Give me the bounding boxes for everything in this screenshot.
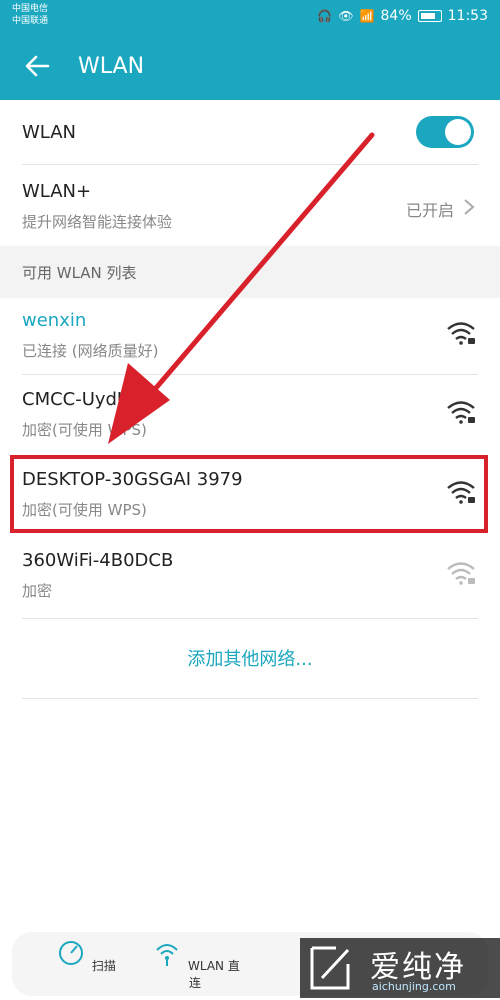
annotation-highlight-box	[10, 455, 488, 533]
page-title: WLAN	[78, 54, 145, 79]
watermark-url: aichunjing.com	[372, 980, 456, 993]
chevron-right-icon	[464, 199, 475, 215]
wlan-switch[interactable]	[416, 116, 474, 148]
wlan-direct-label: WLAN 直连	[188, 959, 240, 990]
scan-label: 扫描	[91, 959, 116, 973]
watermark-logo-icon	[310, 946, 350, 990]
wlan-direct-button[interactable]: WLAN 直连	[150, 938, 240, 991]
wlan-plus-row[interactable]: WLAN+ 提升网络智能连接体验 已开启	[0, 165, 500, 245]
network-status: 加密(可使用 WPS)	[22, 421, 147, 439]
network-status: 加密	[22, 582, 53, 600]
wifi-lock-icon	[447, 562, 475, 585]
battery-icon	[417, 10, 442, 22]
battery-percent: 84%	[380, 8, 412, 24]
wlan-label: WLAN	[22, 122, 77, 143]
network-item[interactable]: CMCC-UydU 加密(可使用 WPS)	[0, 375, 500, 453]
network-item[interactable]: wenxin 已连接 (网络质量好)	[0, 298, 500, 374]
switch-knob	[445, 119, 471, 145]
watermark: 爱纯净 aichunjing.com	[300, 938, 500, 998]
network-name: 360WiFi-4B0DCB	[22, 550, 174, 571]
wlan-plus-label: WLAN+	[22, 181, 92, 202]
wifi-lock-icon	[447, 401, 475, 424]
network-status: 已连接 (网络质量好)	[22, 342, 159, 360]
divider	[22, 618, 478, 619]
wlan-plus-subtitle: 提升网络智能连接体验	[22, 213, 173, 231]
eye-icon: 👁	[338, 9, 354, 23]
carrier-1: 中国电信	[12, 4, 49, 14]
wifi-status-icon: 📶	[359, 9, 375, 23]
network-name: wenxin	[22, 310, 87, 331]
back-arrow-icon[interactable]	[22, 50, 54, 82]
divider	[22, 698, 478, 699]
scan-button[interactable]: 扫描	[40, 938, 130, 974]
clock: 11:53	[447, 8, 488, 24]
section-header: 可用 WLAN 列表	[0, 246, 500, 298]
carrier-info: 中国电信 中国联通	[12, 3, 48, 27]
add-network-link[interactable]: 添加其他网络...	[0, 645, 500, 671]
carrier-2: 中国联通	[12, 16, 49, 26]
available-networks-label: 可用 WLAN 列表	[22, 264, 137, 282]
wifi-lock-icon	[447, 322, 475, 345]
headphones-icon: 🎧	[317, 9, 333, 23]
network-name: CMCC-UydU	[22, 389, 131, 410]
network-item[interactable]: 360WiFi-4B0DCB 加密	[0, 538, 500, 616]
wlan-direct-icon	[156, 944, 178, 966]
status-bar: 中国电信 中国联通 🎧 👁 📶 84% 11:53	[0, 0, 500, 34]
wlan-plus-status: 已开启	[405, 201, 454, 220]
scan-icon	[59, 941, 84, 965]
status-icons: 🎧 👁 📶 84% 11:53	[317, 8, 488, 24]
app-bar: WLAN	[0, 34, 500, 100]
